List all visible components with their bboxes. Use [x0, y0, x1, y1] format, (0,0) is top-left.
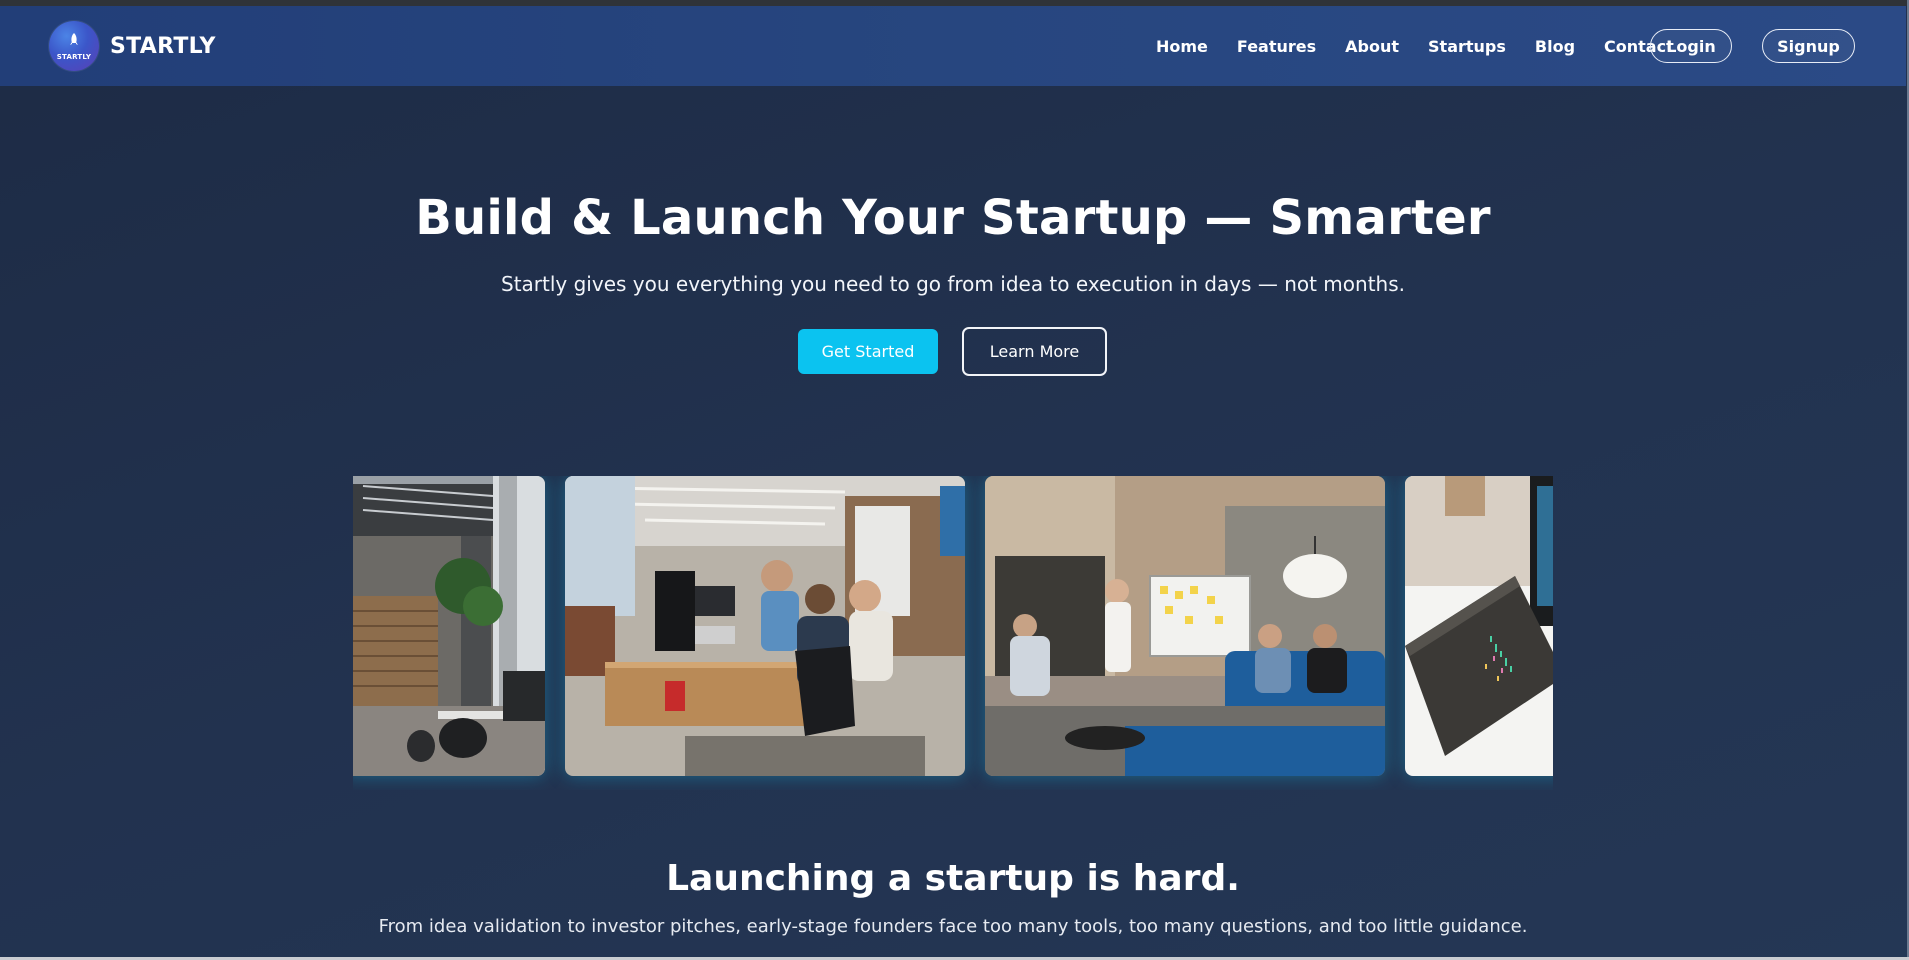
hero-subtitle: Startly gives you everything you need to… — [501, 272, 1405, 296]
login-button[interactable]: Login — [1650, 29, 1732, 63]
get-started-button[interactable]: Get Started — [798, 329, 938, 374]
image-carousel[interactable] — [353, 476, 1553, 790]
nav-links: Home Features About Startups Blog Contac… — [1156, 6, 1703, 86]
hero-title: Build & Launch Your Startup — Smarter — [415, 190, 1491, 246]
signup-button[interactable]: Signup — [1762, 29, 1855, 63]
learn-more-button[interactable]: Learn More — [962, 327, 1107, 376]
nav-link-about[interactable]: About — [1345, 37, 1399, 56]
problem-subtitle: From idea validation to investor pitches… — [378, 916, 1528, 937]
problem-title: Launching a startup is hard. — [666, 858, 1240, 899]
whiteboard-brainstorm-image[interactable] — [985, 476, 1385, 776]
rocket-icon — [68, 33, 80, 50]
team-desk-meeting-image[interactable] — [565, 476, 965, 776]
navbar: STARTLY STARTLY Home Features About Star… — [0, 6, 1906, 86]
nav-link-blog[interactable]: Blog — [1535, 37, 1575, 56]
office-staircase-image[interactable] — [353, 476, 545, 776]
nav-link-home[interactable]: Home — [1156, 37, 1208, 56]
brand[interactable]: STARTLY STARTLY — [49, 21, 216, 71]
rocket-logo-icon[interactable]: STARTLY — [49, 21, 99, 71]
nav-link-features[interactable]: Features — [1237, 37, 1316, 56]
laptop-book-image[interactable] — [1405, 476, 1553, 776]
nav-link-startups[interactable]: Startups — [1428, 37, 1506, 56]
logo-text: STARTLY — [56, 53, 92, 61]
page: STARTLY STARTLY Home Features About Star… — [0, 0, 1909, 960]
brand-name[interactable]: STARTLY — [110, 34, 216, 59]
